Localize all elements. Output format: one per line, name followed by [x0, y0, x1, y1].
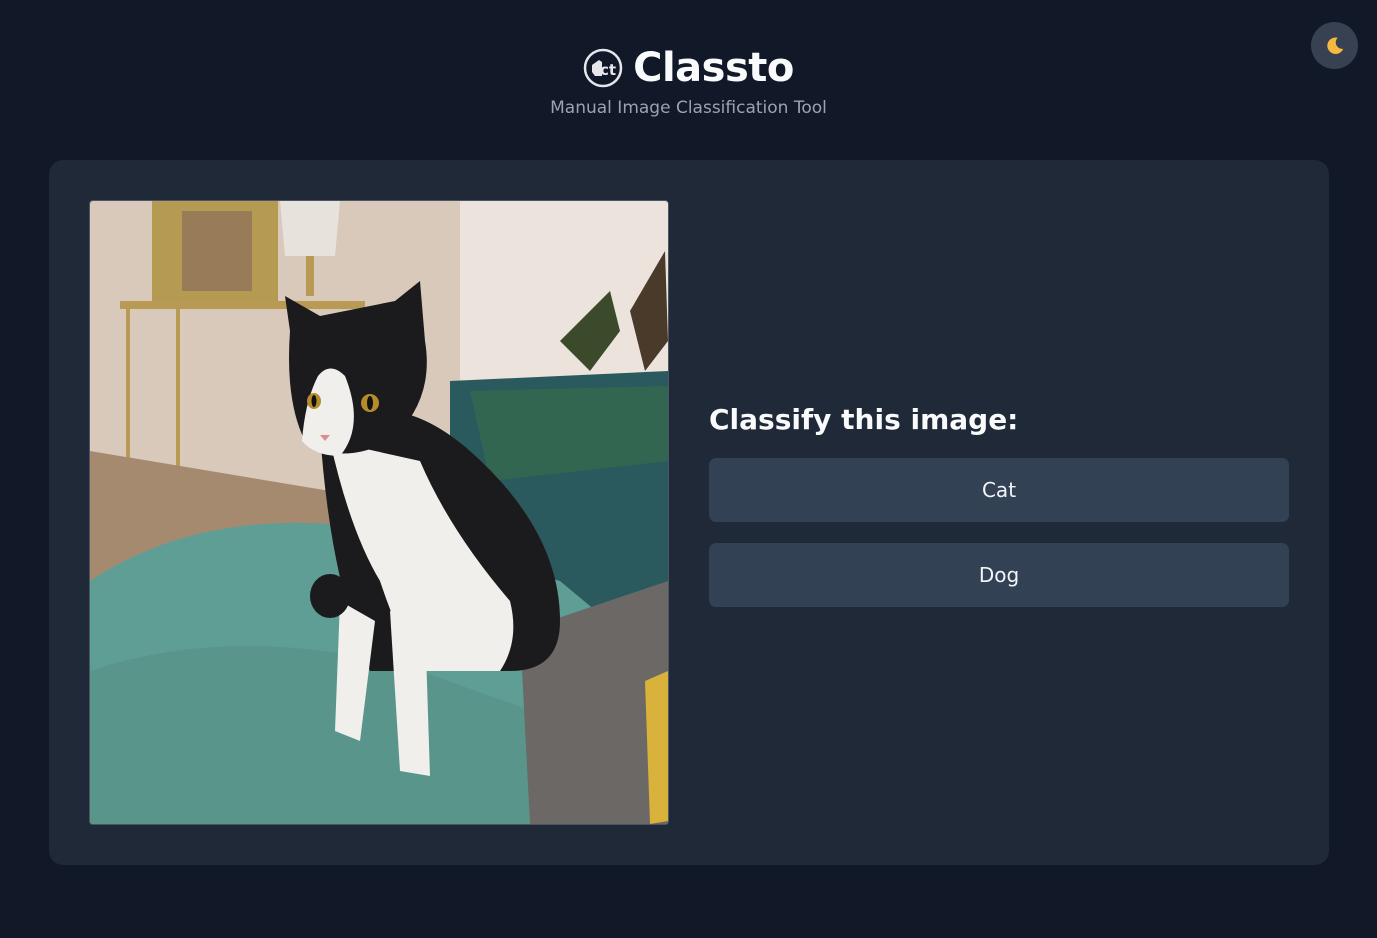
classto-logo-icon: ct — [583, 48, 623, 88]
app-title: Classto — [633, 45, 794, 91]
classification-card: Classify this image: Cat Dog — [49, 160, 1329, 865]
app-subtitle: Manual Image Classification Tool — [550, 98, 827, 118]
brand: ct Classto — [0, 40, 1377, 96]
svg-text:ct: ct — [600, 61, 616, 79]
image-to-classify — [89, 200, 669, 825]
class-button-cat[interactable]: Cat — [709, 458, 1289, 522]
classify-heading: Classify this image: — [709, 403, 1019, 436]
class-button-dog[interactable]: Dog — [709, 543, 1289, 607]
app-header: ct Classto Manual Image Classification T… — [0, 40, 1377, 118]
classify-panel: Classify this image: Cat Dog — [709, 402, 1289, 628]
